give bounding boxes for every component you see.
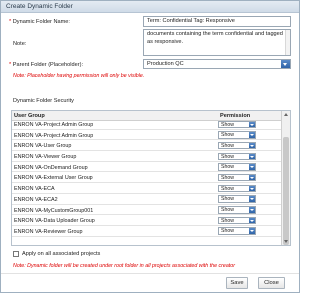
note-label: Note:	[13, 41, 27, 47]
create-dynamic-folder-dialog: Create Dynamic Folder * Dynamic Folder N…	[0, 0, 300, 293]
permission-select[interactable]: Show	[218, 184, 256, 193]
permission-select[interactable]: Show	[218, 206, 256, 214]
required-marker: *	[9, 19, 12, 25]
chevron-down-icon[interactable]	[249, 207, 255, 213]
close-button[interactable]: Close	[258, 277, 285, 289]
chevron-down-icon[interactable]	[249, 217, 255, 224]
table-row: ENRON VA-ECA Show	[12, 183, 282, 194]
permission-select[interactable]: Show	[218, 173, 256, 182]
dialog-footer	[1, 273, 299, 293]
save-button[interactable]: Save	[226, 277, 248, 289]
permission-select[interactable]: Show	[218, 216, 256, 225]
permission-value: Show	[221, 185, 234, 192]
scroll-up-icon[interactable]	[283, 112, 289, 118]
permission-value: Show	[221, 228, 234, 235]
table-row: ENRON VA-Project Admin Group Show	[12, 130, 282, 141]
parent-folder-label: * Parent Folder (Placeholder):	[9, 62, 84, 68]
permission-select[interactable]: Show	[218, 227, 256, 235]
chevron-down-icon[interactable]	[281, 60, 290, 68]
chevron-down-icon[interactable]	[249, 174, 255, 181]
user-group-name: ENRON VA-External User Group	[14, 175, 93, 182]
note-textarea[interactable]: documents containing the term confidenti…	[143, 29, 291, 56]
permission-select[interactable]: Show	[218, 152, 256, 161]
apply-all-checkbox[interactable]	[13, 251, 19, 257]
note-scrollbar[interactable]	[285, 30, 290, 55]
permission-value: Show	[221, 153, 234, 160]
bottom-note: Note: Dynamic folder will be created und…	[13, 263, 235, 269]
grid-header: User Group Permission	[12, 111, 282, 121]
permission-value: Show	[221, 142, 234, 149]
table-row: ENRON VA-Viewer Group Show	[12, 151, 282, 162]
grid-scrollbar[interactable]	[281, 111, 290, 245]
user-group-name: ENRON VA-Data Uploader Group	[14, 218, 95, 225]
column-permission: Permission	[220, 113, 251, 119]
user-group-name: ENRON VA-MyCustomGroup001	[14, 207, 94, 214]
scroll-thumb[interactable]	[283, 137, 289, 245]
permission-value: Show	[221, 121, 234, 128]
table-row: ENRON VA-OnDemand Group Show	[12, 162, 282, 173]
user-group-name: ENRON VA-User Group	[14, 143, 72, 150]
chevron-down-icon[interactable]	[249, 164, 255, 170]
chevron-down-icon[interactable]	[249, 142, 255, 149]
chevron-down-icon[interactable]	[249, 228, 255, 234]
table-row: ENRON VA-MyCustomGroup001 Show	[12, 205, 282, 216]
user-group-name: ENRON VA-Reviewer Group	[14, 228, 83, 235]
security-rows: ENRON VA-Project Admin Group Show ENRON VA…	[12, 119, 282, 237]
user-group-name: ENRON VA-Project Admin Group	[14, 122, 94, 128]
user-group-name: ENRON VA-OnDemand Group	[14, 164, 88, 171]
permission-value: Show	[221, 132, 234, 139]
dialog-titlebar: Create Dynamic Folder	[1, 1, 299, 13]
column-user-group: User Group	[14, 113, 45, 119]
permission-select[interactable]: Show	[218, 163, 256, 171]
table-row: ENRON VA-ECA2 Show	[12, 194, 282, 205]
permission-value: Show	[221, 217, 234, 224]
chevron-down-icon[interactable]	[249, 121, 255, 127]
placeholder-warning: Note: Placeholder having permission will…	[13, 73, 145, 79]
permission-value: Show	[221, 164, 234, 171]
chevron-down-icon[interactable]	[249, 153, 255, 160]
table-row: ENRON VA-User Group Show	[12, 140, 282, 152]
permission-select[interactable]: Show	[218, 120, 256, 128]
permission-value: Show	[221, 196, 234, 203]
permission-select[interactable]: Show	[218, 141, 256, 150]
table-row: ENRON VA-Data Uploader Group Show	[12, 215, 282, 226]
user-group-name: ENRON VA-ECA2	[14, 196, 58, 203]
parent-folder-select[interactable]: Production QC	[143, 59, 291, 69]
chevron-down-icon[interactable]	[249, 196, 255, 202]
note-text: documents containing the term confidenti…	[147, 31, 283, 45]
scroll-down-icon[interactable]	[283, 238, 289, 244]
user-group-name: ENRON VA-Viewer Group	[14, 154, 77, 161]
security-grid: ENRON VA-Project Admin Group Show ENRON VA…	[11, 110, 291, 246]
parent-folder-value: Production QC	[147, 61, 184, 67]
apply-all-label: Apply on all associated projects	[22, 251, 101, 257]
permission-value: Show	[221, 174, 234, 181]
permission-select[interactable]: Show	[218, 131, 256, 139]
user-group-name: ENRON VA-ECA	[14, 186, 55, 193]
folder-name-input[interactable]: Term: Confidential Tag: Responsive	[143, 16, 291, 27]
user-group-name: ENRON VA-Project Admin Group	[14, 132, 94, 139]
permission-select[interactable]: Show	[218, 195, 256, 203]
dialog-title: Create Dynamic Folder	[6, 3, 73, 10]
table-row: ENRON VA-Reviewer Group Show	[12, 226, 282, 237]
chevron-down-icon[interactable]	[249, 132, 255, 138]
security-section-title: Dynamic Folder Security	[13, 98, 74, 104]
folder-name-label: * Dynamic Folder Name:	[9, 19, 70, 25]
table-row: ENRON VA-External User Group Show	[12, 172, 282, 184]
permission-value: Show	[221, 207, 234, 213]
chevron-down-icon[interactable]	[249, 185, 255, 192]
